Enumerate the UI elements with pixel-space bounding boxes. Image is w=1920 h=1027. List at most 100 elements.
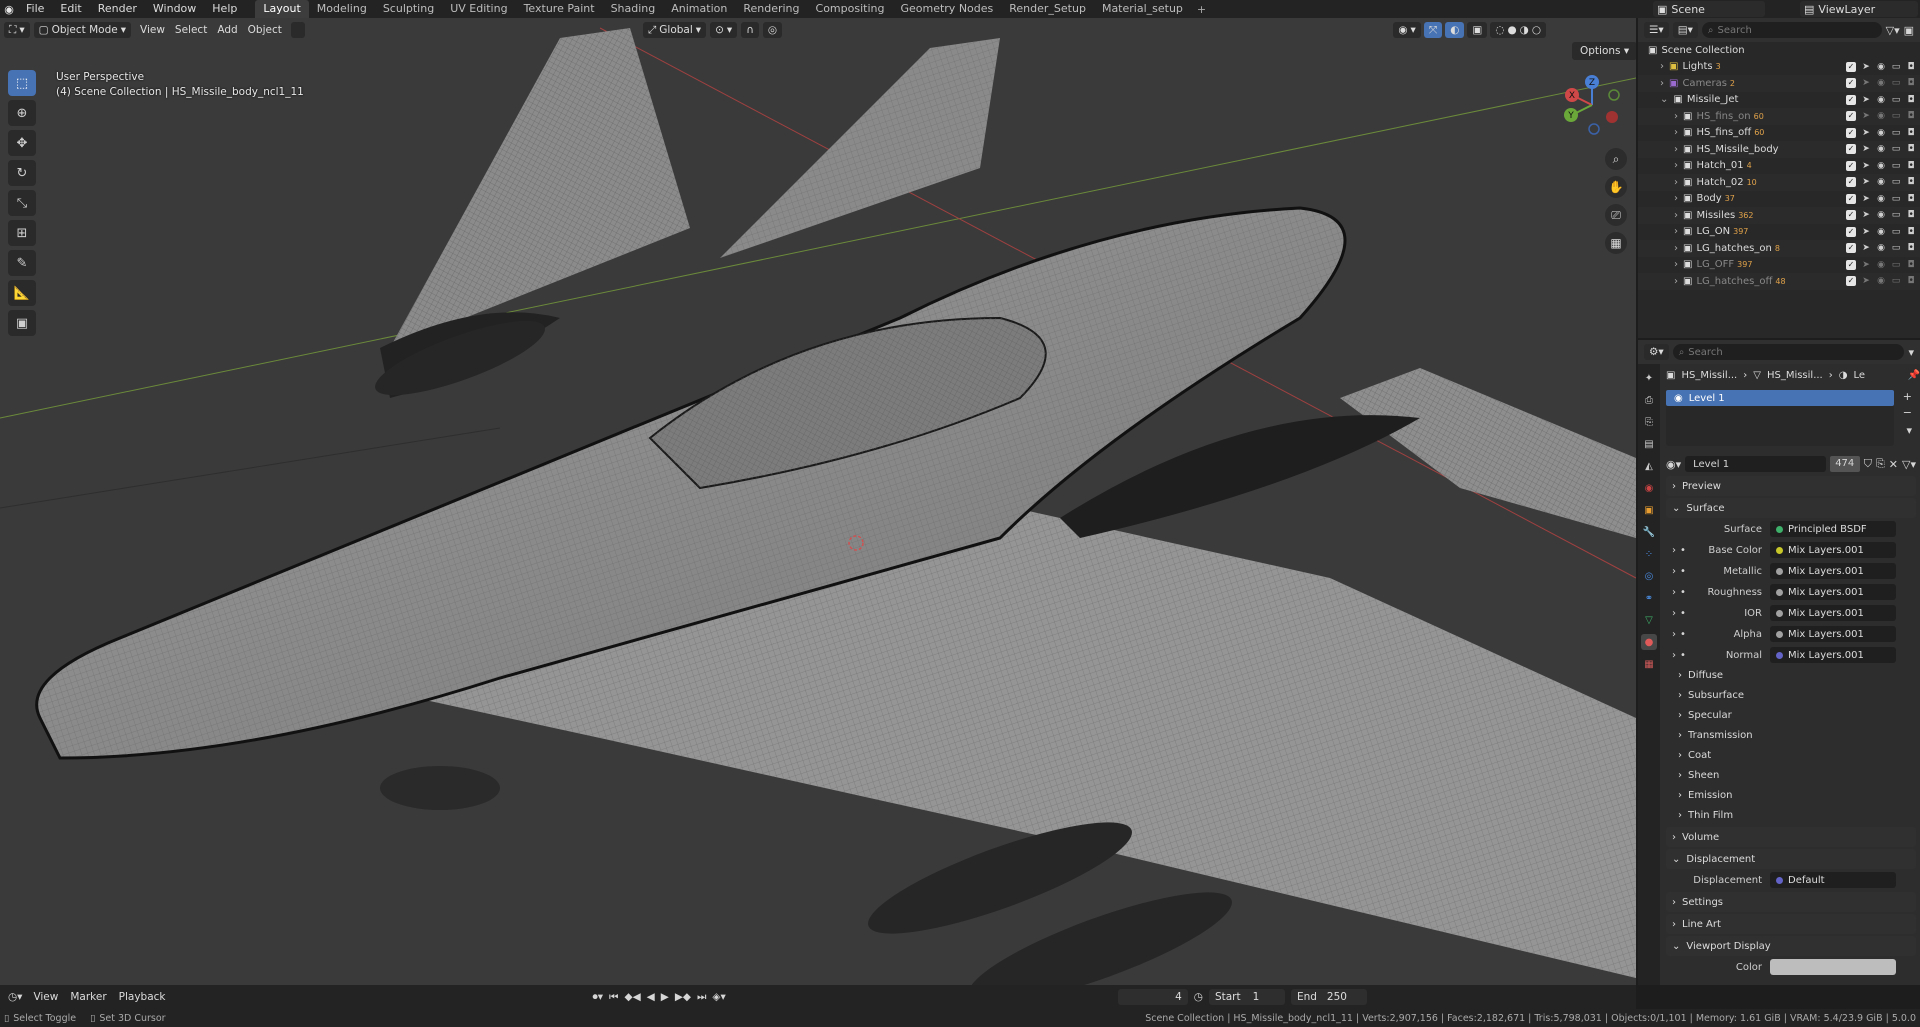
displacement-panel[interactable]: ⌄ Displacement (1666, 849, 1916, 869)
workspace-tab-rendering[interactable]: Rendering (735, 0, 807, 18)
physics-tab-icon[interactable]: ◎ (1641, 568, 1657, 584)
chevron-right-icon[interactable]: › (1666, 545, 1680, 556)
outliner-search-input[interactable]: ⌕ Search (1701, 22, 1882, 38)
exclude-checkbox[interactable]: ✓ (1846, 177, 1856, 188)
scale-tool-icon[interactable]: ⤡ (8, 190, 36, 216)
next-keyframe-icon[interactable]: ▶◆ (675, 991, 691, 1003)
solid-shading-icon[interactable]: ● (1507, 24, 1516, 36)
outliner-row[interactable]: › ▣ Body 37 ✓ ➤ ◉ ▭ ◘ (1638, 191, 1920, 208)
exclude-checkbox[interactable]: ✓ (1846, 276, 1856, 287)
chevron-right-icon[interactable]: › (1674, 210, 1678, 221)
outliner-row[interactable]: › ▣ Hatch_02 10 ✓ ➤ ◉ ▭ ◘ (1638, 174, 1920, 191)
select-arrow-icon[interactable]: ➤ (1861, 243, 1871, 253)
link-icon[interactable]: ▽▾ (1902, 458, 1916, 471)
monitor-icon[interactable]: ▭ (1891, 95, 1901, 105)
exclude-checkbox[interactable]: ✓ (1846, 259, 1856, 270)
monitor-icon[interactable]: ▭ (1891, 276, 1901, 286)
pan-hand-icon[interactable]: ✋ (1605, 176, 1627, 198)
subpanel-thin-film[interactable]: › Thin Film (1666, 806, 1916, 825)
outliner-row[interactable]: › ▣ Cameras 2 ✓ ➤ ◉ ▭ ◘ (1638, 75, 1920, 92)
workspace-tab-texture-paint[interactable]: Texture Paint (516, 0, 603, 18)
subpanel-specular[interactable]: › Specular (1666, 706, 1916, 725)
eye-icon[interactable]: ◉ (1876, 177, 1886, 187)
menu-edit[interactable]: Edit (52, 0, 89, 18)
monitor-icon[interactable]: ▭ (1891, 161, 1901, 171)
play-icon[interactable]: ▶ (661, 991, 669, 1003)
filter-icon[interactable]: ▽▾ (1886, 24, 1900, 37)
workspace-tab-sculpting[interactable]: Sculpting (375, 0, 442, 18)
select-arrow-icon[interactable]: ➤ (1861, 78, 1871, 88)
monitor-icon[interactable]: ▭ (1891, 78, 1901, 88)
current-frame-field[interactable]: 4 (1117, 989, 1188, 1005)
chevron-right-icon[interactable]: › (1666, 629, 1680, 640)
display-mode-icon[interactable]: ▤▾ (1672, 22, 1698, 38)
exclude-checkbox[interactable]: ✓ (1846, 78, 1856, 89)
outliner-row[interactable]: › ▣ LG_OFF 397 ✓ ➤ ◉ ▭ ◘ (1638, 257, 1920, 274)
camera-icon[interactable]: ◘ (1906, 227, 1916, 237)
clock-icon[interactable]: ◷ (1194, 991, 1203, 1003)
camera-icon[interactable]: ◘ (1906, 194, 1916, 204)
eye-icon[interactable]: ◉ (1876, 276, 1886, 286)
constraints-tab-icon[interactable]: ⚭ (1641, 590, 1657, 606)
pin-icon[interactable]: 📌 (1908, 370, 1920, 381)
outliner-row[interactable]: › ▣ HS_fins_on 60 ✓ ➤ ◉ ▭ ◘ (1638, 108, 1920, 125)
chevron-right-icon[interactable]: › (1674, 193, 1678, 204)
shader-input-field[interactable]: Mix Layers.001 (1770, 542, 1896, 558)
eye-icon[interactable]: ◉ (1876, 144, 1886, 154)
chevron-right-icon[interactable]: › (1674, 226, 1678, 237)
eye-icon[interactable]: ◉ (1876, 243, 1886, 253)
add-workspace-button[interactable]: + (1191, 3, 1212, 16)
select-arrow-icon[interactable]: ➤ (1861, 276, 1871, 286)
auto-key-icon[interactable]: ⏺▾ (593, 991, 604, 1004)
monitor-icon[interactable]: ▭ (1891, 128, 1901, 138)
menu-window[interactable]: Window (145, 0, 204, 18)
monitor-icon[interactable]: ▭ (1891, 243, 1901, 253)
rendered-shading-icon[interactable]: ○ (1532, 24, 1541, 36)
view-layer-tab-icon[interactable]: ▤ (1641, 436, 1657, 452)
xray-toggle[interactable]: ▣ (1467, 22, 1488, 38)
select-arrow-icon[interactable]: ➤ (1861, 62, 1871, 72)
ortho-grid-icon[interactable]: ▦ (1605, 232, 1627, 254)
timeline-menu-marker[interactable]: Marker (65, 991, 111, 1003)
exclude-checkbox[interactable]: ✓ (1846, 243, 1856, 254)
monitor-icon[interactable]: ▭ (1891, 260, 1901, 270)
chevron-right-icon[interactable]: › (1674, 111, 1678, 122)
visibility-selector[interactable]: ◉ ▾ (1393, 22, 1421, 38)
workspace-tab-compositing[interactable]: Compositing (808, 0, 893, 18)
mode-selector[interactable]: ▢ Object Mode ▾ (33, 22, 131, 38)
zoom-icon[interactable]: ⌕ (1605, 148, 1627, 170)
camera-icon[interactable]: ◘ (1906, 62, 1916, 72)
end-frame-field[interactable]: End 250 (1290, 989, 1367, 1005)
blender-logo-icon[interactable]: ◉ (0, 0, 18, 18)
chevron-right-icon[interactable]: › (1660, 78, 1664, 89)
eye-icon[interactable]: ◉ (1876, 62, 1886, 72)
material-name-field[interactable]: Level 1 (1685, 456, 1826, 472)
select-arrow-icon[interactable]: ➤ (1861, 111, 1871, 121)
menu-render[interactable]: Render (90, 0, 145, 18)
chevron-down-icon[interactable]: ▾ (1908, 346, 1914, 359)
workspace-tab-geometry-nodes[interactable]: Geometry Nodes (892, 0, 1001, 18)
scene-collection-row[interactable]: ▣ Scene Collection (1638, 42, 1920, 59)
settings-panel[interactable]: › Settings (1666, 892, 1916, 912)
chevron-right-icon[interactable]: › (1660, 61, 1664, 72)
monitor-icon[interactable]: ▭ (1891, 210, 1901, 220)
measure-tool-icon[interactable]: 📐 (8, 280, 36, 306)
camera-icon[interactable]: ◘ (1906, 111, 1916, 121)
camera-icon[interactable]: ◘ (1906, 243, 1916, 253)
subpanel-subsurface[interactable]: › Subsurface (1666, 686, 1916, 705)
world-tab-icon[interactable]: ◉ (1641, 480, 1657, 496)
camera-icon[interactable]: ◘ (1906, 177, 1916, 187)
workspace-tab-material-setup[interactable]: Material_setup (1094, 0, 1191, 18)
select-arrow-icon[interactable]: ➤ (1861, 95, 1871, 105)
toggle-button[interactable] (290, 22, 305, 38)
workspace-tab-render-setup[interactable]: Render_Setup (1001, 0, 1094, 18)
timeline-menu-view[interactable]: View (28, 991, 63, 1003)
chevron-right-icon[interactable]: › (1674, 160, 1678, 171)
proportional-edit-toggle[interactable]: ◎ (762, 22, 783, 38)
displacement-field[interactable]: Default (1770, 872, 1896, 888)
outliner-row[interactable]: › ▣ LG_hatches_off 48 ✓ ➤ ◉ ▭ ◘ (1638, 273, 1920, 290)
chevron-right-icon[interactable]: › (1674, 259, 1678, 270)
monitor-icon[interactable]: ▭ (1891, 144, 1901, 154)
shading-modes[interactable]: ◌ ● ◑ ○ (1490, 22, 1546, 38)
scene-tab-icon[interactable]: ◭ (1641, 458, 1657, 474)
